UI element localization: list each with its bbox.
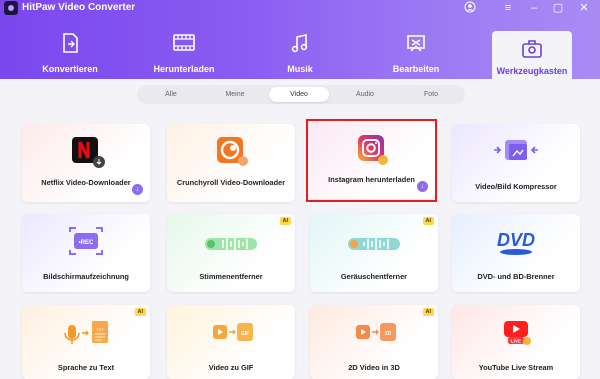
tool-label: Video zu GIF: [208, 363, 254, 372]
tool-dvd-burner[interactable]: DVD DVD- und BD-Brenner: [452, 214, 580, 292]
app-title: HitPaw Video Converter: [22, 2, 136, 13]
tool-speech-to-text[interactable]: TXT AI Sprache zu Text: [22, 305, 150, 379]
title-bar: HitPaw Video Converter ≡ – ▢ ✕: [0, 0, 600, 18]
filter-foto[interactable]: Foto: [401, 87, 461, 102]
maximize-icon[interactable]: ▢: [550, 1, 566, 15]
tool-youtube-live[interactable]: LIVE YouTube Live Stream: [452, 305, 580, 379]
noise-remover-icon: [348, 237, 400, 251]
video-to-gif-icon: GIF: [213, 323, 253, 341]
ai-badge: AI: [134, 308, 146, 316]
filter-video[interactable]: Video: [269, 87, 329, 102]
app-logo-icon: [4, 1, 18, 15]
speech-to-text-icon: TXT: [64, 321, 108, 344]
convert-icon: [63, 33, 78, 53]
tab-label: Werkzeugkasten: [496, 66, 568, 76]
tab-label: Konvertieren: [42, 64, 98, 74]
tab-bearbeiten[interactable]: Bearbeiten: [376, 28, 456, 79]
menu-icon[interactable]: ≡: [500, 1, 516, 15]
tool-label: Netflix Video-Downloader: [41, 178, 131, 187]
tab-label: Bearbeiten: [392, 64, 440, 74]
screen-record-icon: •REC: [69, 227, 103, 255]
tab-label: Herunterladen: [153, 64, 215, 74]
download-icon: ↓: [417, 181, 428, 192]
tool-label: Geräuschentferner: [340, 272, 408, 281]
tool-label: Bildschirmaufzeichnung: [43, 272, 129, 281]
filter-alle[interactable]: Alle: [141, 87, 201, 102]
crunchyroll-icon: [217, 137, 248, 166]
close-icon[interactable]: ✕: [576, 1, 592, 15]
tool-compressor[interactable]: Video/Bild Kompressor: [452, 124, 580, 202]
minimize-icon[interactable]: –: [526, 1, 542, 15]
svg-text:TXT: TXT: [96, 327, 104, 332]
svg-text:DVD: DVD: [497, 230, 535, 250]
tool-crunchyroll-downloader[interactable]: Crunchyroll Video-Downloader: [167, 124, 295, 202]
tool-screen-recorder[interactable]: •REC Bildschirmaufzeichnung: [22, 214, 150, 292]
tool-vocal-remover[interactable]: AI Stimmenentferner: [167, 214, 295, 292]
tool-netflix-downloader[interactable]: Netflix Video-Downloader ↓: [22, 124, 150, 202]
svg-text:3D: 3D: [385, 331, 392, 337]
tool-noise-remover[interactable]: AI Geräuschentferner: [310, 214, 438, 292]
tab-konvertieren[interactable]: Konvertieren: [30, 28, 110, 79]
instagram-icon: [357, 135, 388, 165]
tab-musik[interactable]: Musik: [260, 28, 340, 79]
vocal-remover-icon: [205, 237, 257, 251]
ai-badge: AI: [422, 217, 434, 225]
2d-to-3d-icon: 3D: [356, 323, 396, 341]
ai-badge: AI: [422, 308, 434, 316]
svg-text:GIF: GIF: [241, 331, 249, 337]
category-filter: Alle Meine Video Audio Foto: [137, 85, 465, 104]
filter-meine[interactable]: Meine: [205, 87, 265, 102]
tool-video-to-gif[interactable]: GIF Video zu GIF: [167, 305, 295, 379]
tab-label: Musik: [287, 64, 313, 74]
ai-badge: AI: [279, 217, 291, 225]
download-icon: ↓: [132, 184, 143, 195]
account-icon[interactable]: [462, 1, 478, 15]
music-icon: [291, 34, 308, 53]
svg-text:LIVE: LIVE: [511, 339, 521, 344]
netflix-icon: [72, 137, 105, 168]
filter-audio[interactable]: Audio: [335, 87, 395, 102]
tab-herunterladen[interactable]: Herunterladen: [144, 28, 224, 79]
tool-label: DVD- und BD-Brenner: [477, 272, 555, 281]
dvd-icon: DVD: [497, 230, 535, 255]
tool-label: Sprache zu Text: [57, 363, 115, 372]
edit-icon: [407, 35, 425, 52]
tool-label: YouTube Live Stream: [478, 363, 554, 372]
tab-werkzeugkasten[interactable]: Werkzeugkasten: [492, 31, 572, 79]
compress-icon: [494, 140, 538, 160]
tool-2d-to-3d[interactable]: 3D AI 2D Video in 3D: [310, 305, 438, 379]
tool-label: Video/Bild Kompressor: [475, 182, 557, 191]
app-header: HitPaw Video Converter ≡ – ▢ ✕ Konvertie…: [0, 0, 600, 79]
svg-text:•REC: •REC: [79, 240, 94, 246]
tool-label: Crunchyroll Video-Downloader: [176, 178, 286, 187]
toolbox-icon: [522, 40, 542, 58]
film-download-icon: [173, 34, 195, 51]
tool-label: Instagram herunterladen: [328, 175, 415, 184]
tool-label: Stimmenentferner: [199, 272, 263, 281]
tool-instagram-download[interactable]: Instagram herunterladen ↓: [308, 121, 435, 199]
tool-label: 2D Video in 3D: [348, 363, 400, 372]
youtube-live-icon: LIVE: [504, 321, 531, 345]
